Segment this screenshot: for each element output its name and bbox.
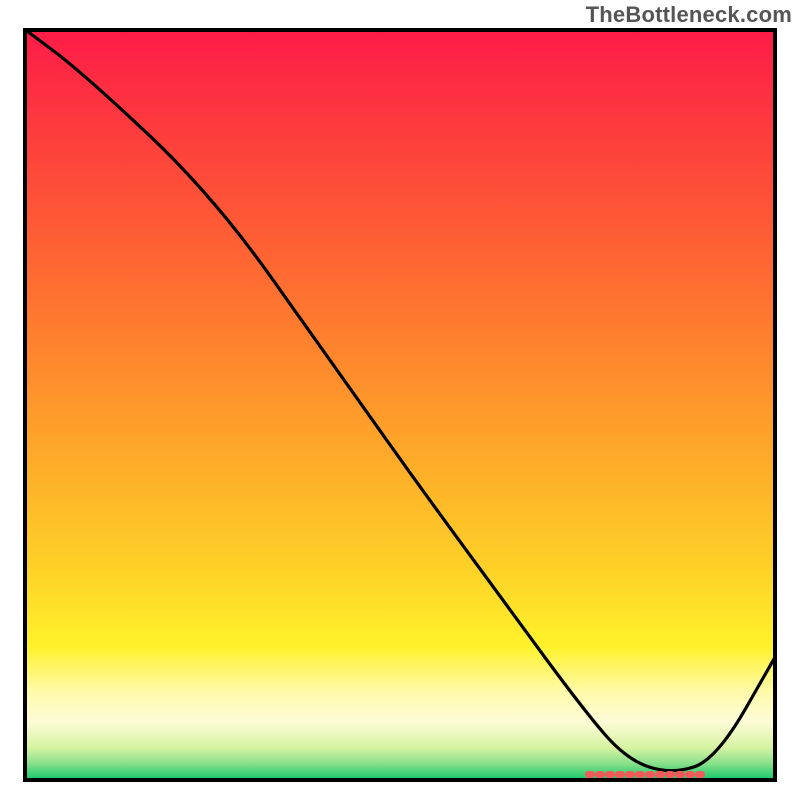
plot-area xyxy=(23,28,777,782)
chart-svg xyxy=(23,28,777,782)
chart-container: TheBottleneck.com xyxy=(0,0,800,800)
gradient-background xyxy=(23,28,777,782)
attribution-label: TheBottleneck.com xyxy=(586,2,792,28)
